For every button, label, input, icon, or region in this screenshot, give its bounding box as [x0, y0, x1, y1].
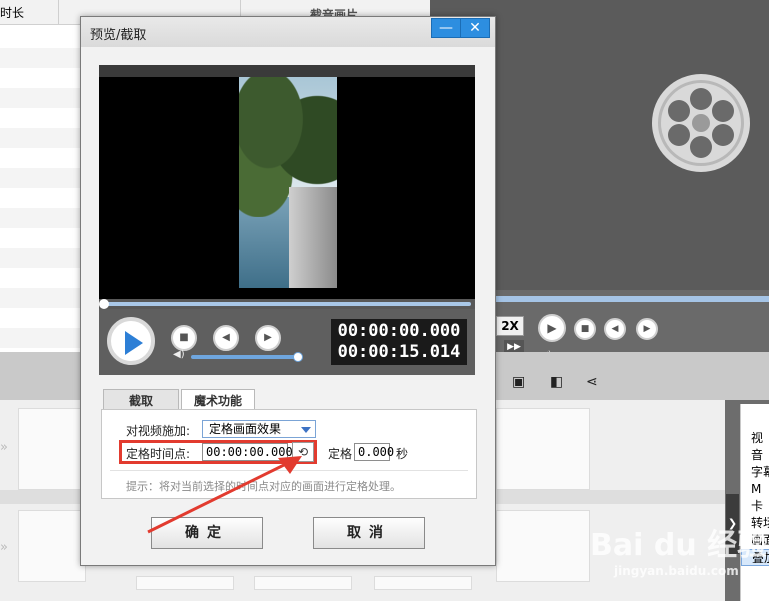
current-time: 00:00:00.000 — [337, 321, 461, 341]
volume-slider[interactable] — [191, 352, 303, 362]
track-cell[interactable] — [136, 576, 234, 590]
main-progress-bar[interactable] — [494, 296, 769, 302]
film-reel-icon — [652, 74, 750, 172]
header-duration: 时长 — [0, 6, 25, 20]
main-player-controls: 2X ▶▶ ▶ ■ ◀ ▶ ◀) — [494, 290, 769, 361]
main-play-button[interactable]: ▶ — [538, 314, 566, 342]
dialog-title: 预览/截取 — [90, 28, 147, 43]
reel-center — [692, 114, 710, 132]
side-category-list: 视 音 字幕 M 卡 转场 画面 叠加 — [740, 404, 769, 601]
volume-handle[interactable] — [293, 352, 303, 362]
track-cell[interactable] — [496, 510, 590, 582]
side-list-item[interactable]: M — [741, 481, 769, 498]
tab-magic[interactable]: 魔术功能 — [181, 389, 255, 411]
apply-effect-label: 对视频施加: — [126, 424, 191, 438]
chevron-down-icon — [301, 427, 311, 433]
watermark-url: jingyan.baidu.com — [614, 564, 739, 578]
save-icon[interactable]: ▣ — [512, 374, 525, 390]
side-list-spacer — [741, 404, 769, 430]
player-top-band — [99, 65, 475, 77]
prev-frame-button[interactable]: ◀ — [213, 325, 239, 351]
effect-select[interactable]: 定格画面效果 — [202, 420, 316, 438]
header-divider — [58, 0, 59, 24]
video-frame — [239, 77, 337, 288]
track-expand-icon[interactable]: » — [0, 540, 8, 555]
track-cell[interactable] — [18, 408, 86, 490]
reel-hole — [668, 124, 690, 146]
stop-button[interactable]: ■ — [171, 325, 197, 351]
track-cell[interactable] — [496, 408, 590, 490]
close-button[interactable]: ✕ — [460, 18, 490, 38]
minimize-button[interactable]: — — [431, 18, 461, 38]
share-icon[interactable]: ⋖ — [586, 374, 598, 390]
next-frame-button[interactable]: ▶ — [255, 325, 281, 351]
cancel-button[interactable]: 取消 — [313, 517, 425, 549]
seconds-unit: 秒 — [396, 447, 409, 461]
next-frame-icon: ▶ — [264, 332, 272, 343]
time-display: 00:00:00.000 00:00:15.014 — [331, 319, 467, 365]
prev-frame-icon: ◀ — [222, 332, 230, 343]
speed-button[interactable]: 2X — [496, 316, 524, 336]
side-list-item[interactable]: 字幕 — [741, 464, 769, 481]
annotation-arrow-icon — [147, 456, 302, 534]
reel-hole — [712, 124, 734, 146]
progress-fill — [103, 302, 471, 306]
reel-hole — [690, 136, 712, 158]
reel-hole — [690, 88, 712, 110]
stop-icon: ■ — [179, 332, 189, 343]
total-time: 00:00:15.014 — [337, 342, 461, 362]
track-expand-icon[interactable]: » — [0, 440, 8, 455]
watermark-brand: Bai du 经验 — [590, 528, 768, 563]
dialog-player-controls: ■ ◀ ▶ ◀) 00:00:00.000 00:00:15.014 — [99, 309, 475, 375]
effect-select-value: 定格画面效果 — [209, 422, 282, 436]
reel-hole — [712, 100, 734, 122]
volume-icon[interactable]: ◀) — [173, 349, 185, 360]
dialog-titlebar[interactable]: 预览/截取 — ✕ — [81, 17, 495, 47]
track-cell[interactable] — [18, 510, 86, 582]
track-cell[interactable] — [374, 576, 472, 590]
track-cell[interactable] — [254, 576, 352, 590]
reel-hole — [668, 100, 690, 122]
play-icon — [125, 331, 143, 355]
main-prev-frame-button[interactable]: ◀ — [604, 318, 626, 340]
freeze-duration-input[interactable]: 0.000 — [354, 443, 394, 461]
main-next-frame-button[interactable]: ▶ — [636, 318, 658, 340]
side-list-item[interactable]: 视 — [741, 430, 769, 447]
tab-trim[interactable]: 截取 — [103, 389, 179, 411]
main-stop-button[interactable]: ■ — [574, 318, 596, 340]
play-button[interactable] — [107, 317, 155, 365]
progress-handle[interactable] — [99, 299, 109, 309]
video-railing — [289, 187, 337, 288]
save-as-icon[interactable]: ◧ — [550, 374, 563, 390]
video-preview — [99, 65, 475, 305]
freeze-duration-label: 定格 — [328, 447, 353, 461]
side-list-item[interactable]: 音 — [741, 447, 769, 464]
side-list-item[interactable]: 卡 — [741, 498, 769, 515]
